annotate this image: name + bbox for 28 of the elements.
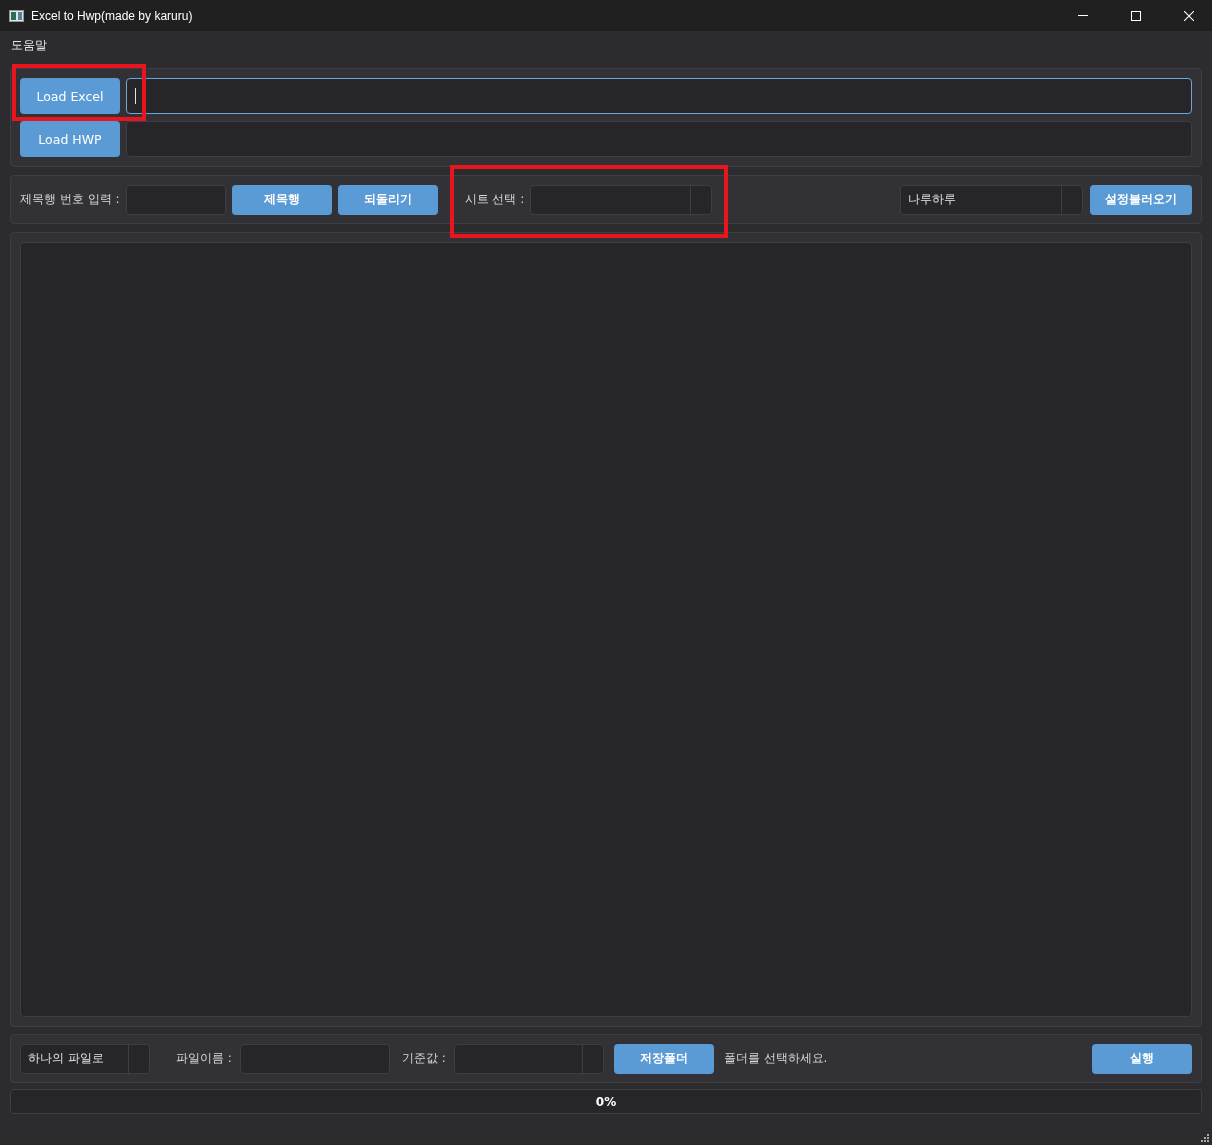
header-button[interactable]: 되돌리기 bbox=[337, 184, 438, 215]
close-icon[interactable] bbox=[1184, 10, 1194, 21]
resize-grip-icon[interactable] bbox=[1201, 1134, 1210, 1143]
key-dropdown[interactable] bbox=[453, 1043, 604, 1074]
maximize-icon[interactable] bbox=[1131, 10, 1141, 21]
minimize-icon[interactable] bbox=[1078, 15, 1088, 16]
sheet-label: 시트 선택 : bbox=[464, 191, 525, 208]
window-title: Excel to Hwp(made by karuru) bbox=[31, 8, 194, 23]
preset-dropdown[interactable]: 나루하루 bbox=[900, 184, 1083, 215]
load-settings-button[interactable]: 설정불러오기 bbox=[1090, 184, 1192, 215]
path-field[interactable] bbox=[126, 121, 1192, 157]
folder-button[interactable]: 저장폴더 bbox=[613, 1043, 714, 1074]
menu-item[interactable]: 도움말 bbox=[8, 35, 50, 56]
filename-field[interactable] bbox=[239, 1043, 390, 1074]
mode-dropdown[interactable]: 하나의 파일로 bbox=[20, 1043, 150, 1074]
run-button[interactable]: 실행 bbox=[1092, 1043, 1192, 1074]
sheet-dropdown[interactable] bbox=[530, 184, 713, 215]
app-icon bbox=[9, 9, 24, 22]
header-button[interactable]: 제목행 bbox=[231, 184, 332, 215]
path-field[interactable] bbox=[126, 78, 1192, 114]
header-row-field[interactable] bbox=[125, 184, 226, 215]
progress-reading: 0% bbox=[594, 1093, 618, 1111]
key-label: 기준값 : bbox=[401, 1050, 446, 1067]
load-button[interactable]: Load HWP bbox=[20, 121, 120, 157]
header-row-label: 제목행 번호 입력 : bbox=[20, 191, 120, 208]
folder-hint: 폴더를 선택하세요. bbox=[723, 1050, 828, 1067]
filename-label: 파일이름 : bbox=[176, 1050, 232, 1067]
load-button[interactable]: Load Excel bbox=[20, 78, 120, 114]
